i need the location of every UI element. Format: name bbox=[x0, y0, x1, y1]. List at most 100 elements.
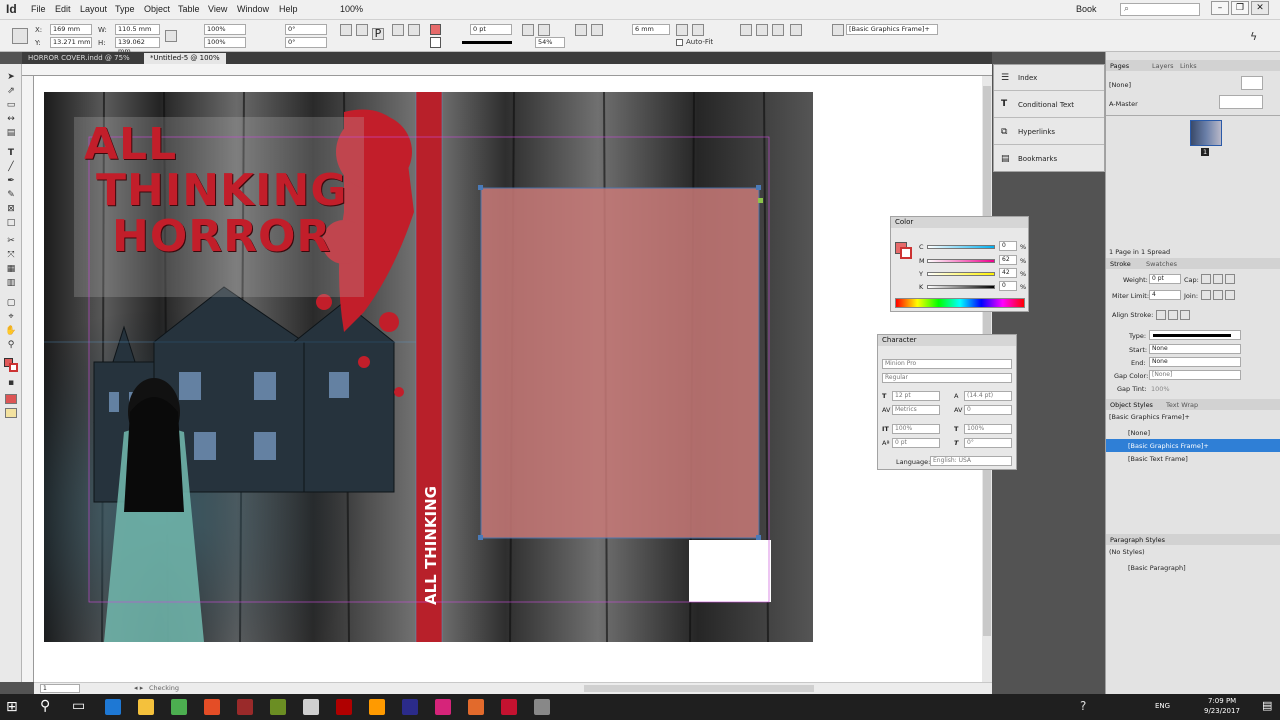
page-tool-icon[interactable]: ▭ bbox=[5, 100, 17, 111]
taskbar-app-icon[interactable] bbox=[402, 699, 418, 715]
tab-layers[interactable]: Layers bbox=[1152, 62, 1174, 70]
align-outside-stroke-icon[interactable] bbox=[1180, 310, 1190, 320]
rotate-field[interactable]: 0° bbox=[285, 24, 327, 35]
preflight-status[interactable]: Checking bbox=[149, 684, 179, 692]
windows-start-icon[interactable]: ⊞ bbox=[6, 699, 18, 715]
tab-object-styles[interactable]: Object Styles bbox=[1110, 401, 1153, 409]
leading-field[interactable]: (14.4 pt) bbox=[964, 391, 1012, 401]
vertical-ruler[interactable] bbox=[22, 76, 34, 682]
gradient-feather-tool-icon[interactable]: ▥ bbox=[5, 278, 17, 289]
round-join-icon[interactable] bbox=[1213, 290, 1223, 300]
scissors-tool-icon[interactable]: ✂ bbox=[5, 236, 17, 247]
taskbar-app-icon[interactable] bbox=[204, 699, 220, 715]
apply-color-icon[interactable]: ▪ bbox=[5, 378, 17, 389]
gap-tool-icon[interactable]: ↔ bbox=[5, 114, 17, 125]
selection-icon[interactable]: P bbox=[372, 28, 384, 40]
text-wrap-icon[interactable] bbox=[522, 24, 534, 36]
minimize-button[interactable]: – bbox=[1211, 1, 1229, 15]
tab-links[interactable]: Links bbox=[1180, 62, 1197, 70]
taskbar-app-icon[interactable] bbox=[336, 699, 352, 715]
taskbar-app-icon[interactable] bbox=[369, 699, 385, 715]
font-size-field[interactable]: 12 pt bbox=[892, 391, 940, 401]
object-style-item[interactable]: [None] bbox=[1106, 426, 1280, 439]
gap-field[interactable]: 6 mm bbox=[632, 24, 670, 35]
constrain-proportions-icon[interactable] bbox=[165, 30, 177, 42]
paragraph-styles-title[interactable]: Paragraph Styles bbox=[1110, 536, 1165, 544]
miter-field[interactable]: 4 bbox=[1149, 290, 1181, 300]
a-master-thumb[interactable] bbox=[1219, 95, 1263, 109]
close-button[interactable]: ✕ bbox=[1251, 1, 1269, 15]
page-number-field[interactable]: 1 bbox=[40, 684, 80, 693]
zoom-level[interactable]: 100% bbox=[340, 4, 363, 14]
menu-file[interactable]: File bbox=[31, 4, 46, 14]
search-icon-taskbar[interactable]: ⚲ bbox=[40, 698, 50, 714]
gradient-swatch-tool-icon[interactable]: ▦ bbox=[5, 264, 17, 275]
panel-bookmarks[interactable]: ▤ Bookmarks bbox=[994, 146, 1104, 172]
restore-button[interactable]: ❐ bbox=[1231, 1, 1249, 15]
tab-horror-cover[interactable]: HORROR COVER.indd @ 75% bbox=[22, 53, 136, 64]
fit-content-icon[interactable] bbox=[575, 24, 587, 36]
stroke-color-icon[interactable] bbox=[9, 363, 18, 372]
c-slider[interactable] bbox=[927, 245, 995, 249]
object-style-item[interactable]: [Basic Text Frame] bbox=[1106, 452, 1280, 465]
h-field[interactable]: 139.062 mm bbox=[115, 37, 160, 55]
baseline-shift-field[interactable]: 0 pt bbox=[892, 438, 940, 448]
kerning-field[interactable]: Metrics bbox=[892, 405, 940, 415]
language-field[interactable]: English: USA bbox=[930, 456, 1012, 466]
w-field[interactable]: 110.5 mm bbox=[115, 24, 160, 35]
y-slider[interactable] bbox=[927, 272, 995, 276]
menu-object[interactable]: Object bbox=[144, 4, 170, 14]
page-nav-icon[interactable]: ◂ ▸ bbox=[134, 684, 143, 692]
menu-help[interactable]: Help bbox=[279, 4, 298, 14]
panel-index[interactable]: ☰ Index bbox=[994, 65, 1104, 91]
reference-point-icon[interactable] bbox=[12, 28, 28, 44]
clock-date[interactable]: 9/23/2017 bbox=[1204, 707, 1240, 715]
help-tray-icon[interactable]: ? bbox=[1080, 699, 1086, 713]
end-select[interactable]: None bbox=[1149, 357, 1241, 367]
notifications-icon[interactable]: ▤ bbox=[1262, 699, 1272, 712]
tracking-field[interactable]: 0 bbox=[964, 405, 1012, 415]
gap-tint-value[interactable]: 100% bbox=[1151, 385, 1170, 393]
horizontal-ruler[interactable] bbox=[22, 64, 992, 76]
k-field[interactable]: 0 bbox=[999, 281, 1017, 291]
hand-tool-icon[interactable]: ✋ bbox=[5, 326, 17, 337]
direct-selection-tool-icon[interactable]: ⇗ bbox=[5, 86, 17, 97]
character-panel-title[interactable]: Character bbox=[878, 335, 1016, 346]
panel-conditional-text[interactable]: T Conditional Text bbox=[994, 92, 1104, 118]
fit-frame-icon[interactable] bbox=[591, 24, 603, 36]
color-panel-title[interactable]: Color bbox=[891, 217, 1028, 228]
object-style-field[interactable]: [Basic Graphics Frame]+ bbox=[846, 24, 938, 35]
line-tool-icon[interactable]: ╱ bbox=[5, 162, 17, 173]
flip-horizontal-icon[interactable] bbox=[392, 24, 404, 36]
workspace-switcher[interactable]: Book bbox=[1076, 4, 1097, 14]
stroke-type-select[interactable] bbox=[1149, 330, 1241, 340]
flip-vertical-icon[interactable] bbox=[408, 24, 420, 36]
a-master[interactable]: A-Master bbox=[1109, 100, 1138, 108]
menu-view[interactable]: View bbox=[208, 4, 227, 14]
y-field[interactable]: 42 bbox=[999, 268, 1017, 278]
corner-options-icon[interactable] bbox=[538, 24, 550, 36]
color-spectrum[interactable] bbox=[895, 298, 1025, 308]
horizontal-scale-field[interactable]: 100% bbox=[964, 424, 1012, 434]
selection-tool-icon[interactable]: ➤ bbox=[5, 72, 17, 83]
cover-title[interactable]: ALL THINKING HORROR bbox=[84, 122, 347, 260]
spine-title[interactable]: ALL THINKING bbox=[422, 455, 446, 605]
tab-text-wrap[interactable]: Text Wrap bbox=[1166, 401, 1198, 409]
scale-x-field[interactable]: 100% bbox=[204, 24, 246, 35]
screen-mode-icon[interactable] bbox=[5, 408, 17, 418]
taskbar-app-icon[interactable] bbox=[534, 699, 550, 715]
fill-swatch[interactable] bbox=[430, 24, 441, 35]
scale-y-field[interactable]: 100% bbox=[204, 37, 246, 48]
taskbar-app-icon[interactable] bbox=[435, 699, 451, 715]
menu-edit[interactable]: Edit bbox=[55, 4, 71, 14]
rectangle-tool-icon[interactable]: □ bbox=[5, 218, 17, 229]
stroke-type-line[interactable] bbox=[462, 41, 512, 44]
x-field[interactable]: 169 mm bbox=[50, 24, 92, 35]
start-select[interactable]: None bbox=[1149, 344, 1241, 354]
tab-swatches[interactable]: Swatches bbox=[1146, 260, 1177, 268]
lightning-icon[interactable]: ϟ bbox=[1250, 30, 1257, 43]
pencil-tool-icon[interactable]: ✎ bbox=[5, 190, 17, 201]
skew-field[interactable]: 0° bbox=[964, 438, 1012, 448]
help-search-input[interactable]: ⌕ bbox=[1120, 3, 1200, 16]
k-slider[interactable] bbox=[927, 285, 995, 289]
